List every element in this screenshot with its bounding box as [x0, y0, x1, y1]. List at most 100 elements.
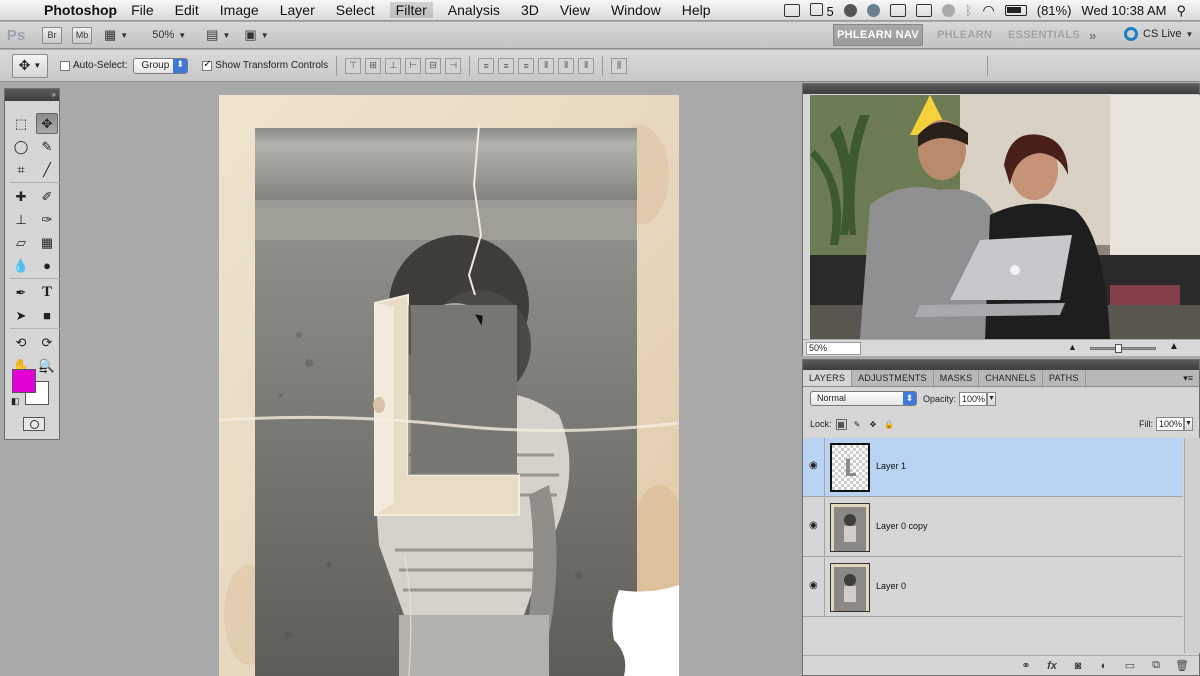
document-canvas[interactable]	[219, 95, 679, 676]
spotlight-icon[interactable]: ⚲	[1176, 3, 1186, 19]
bluetooth-icon[interactable]: ᛒ	[965, 3, 973, 18]
layer-row-layer-1[interactable]: ◉ Layer 1	[803, 438, 1183, 497]
layer-name[interactable]: Layer 0 copy	[876, 521, 928, 531]
layer-row-layer-0-copy[interactable]: ◉ Layer 0 copy	[803, 498, 1183, 557]
distribute-top-icon[interactable]: ≡	[478, 57, 495, 74]
lock-all-icon[interactable]: 🔒	[884, 419, 895, 430]
workspace-essentials[interactable]: ESSENTIALS	[1008, 22, 1080, 48]
tab-paths[interactable]: PATHS	[1043, 370, 1086, 386]
zoom-slider-knob[interactable]	[1115, 344, 1122, 353]
align-hcenter-icon[interactable]: ⊟	[425, 57, 442, 74]
layer-name[interactable]: Layer 0	[876, 581, 906, 591]
new-layer-icon[interactable]: ⧉	[1149, 659, 1163, 672]
app-menu-photoshop[interactable]: Photoshop	[44, 2, 117, 18]
history-brush-icon[interactable]: ✑	[36, 209, 58, 230]
menu-analysis[interactable]: Analysis	[448, 2, 500, 18]
fill-dropdown-icon[interactable]: ▼	[1184, 417, 1193, 431]
tools-panel-header[interactable]: »	[5, 89, 59, 101]
tab-layers[interactable]: LAYERS	[803, 370, 853, 386]
quick-mask-button[interactable]	[23, 417, 45, 431]
clock[interactable]: Wed 10:38 AM	[1081, 3, 1166, 18]
tab-masks[interactable]: MASKS	[934, 370, 980, 386]
mail-icon[interactable]	[889, 4, 906, 17]
lock-transparent-icon[interactable]: ▦	[835, 418, 847, 430]
eraser-icon[interactable]: ▱	[10, 232, 32, 253]
new-group-icon[interactable]: ▭	[1123, 659, 1137, 672]
lock-position-icon[interactable]: ✥	[868, 419, 879, 430]
menu-layer[interactable]: Layer	[280, 2, 315, 18]
auto-select-option[interactable]: Auto-Select:	[60, 60, 127, 71]
layers-panel-header[interactable]	[803, 360, 1199, 370]
align-right-icon[interactable]: ⊣	[445, 57, 462, 74]
distribute-hcenter-icon[interactable]: ⫴	[558, 57, 575, 74]
layer-name[interactable]: Layer 1	[876, 461, 906, 471]
time-machine-icon[interactable]	[941, 4, 955, 17]
gradient-icon[interactable]: ▦	[36, 232, 58, 253]
path-select-icon[interactable]: ➤	[10, 305, 32, 326]
distribute-right-icon[interactable]: ⫴	[578, 57, 595, 74]
type-icon[interactable]: T	[36, 282, 58, 303]
navigator-zoom-slider[interactable]	[1090, 347, 1156, 350]
pen-icon[interactable]: ✒	[10, 282, 32, 303]
navigator-panel-header[interactable]	[803, 84, 1199, 94]
opacity-dropdown-icon[interactable]: ▼	[987, 391, 997, 406]
align-bottom-icon[interactable]: ⊥	[385, 57, 402, 74]
visibility-toggle[interactable]: ◉	[803, 498, 825, 556]
marquee-icon[interactable]: ⬚	[10, 113, 32, 134]
tool-preset-picker[interactable]: ✥ ▼	[12, 53, 48, 78]
menu-file[interactable]: File	[131, 2, 154, 18]
default-colors-icon[interactable]: ◧	[11, 396, 20, 407]
menu-filter[interactable]: Filter	[389, 2, 433, 18]
workspace-more-icon[interactable]: »	[1089, 22, 1097, 48]
auto-select-target-select[interactable]: Group	[133, 57, 189, 74]
3d-orbit-icon[interactable]: ⟳	[36, 332, 58, 353]
blend-mode-select[interactable]: Normal	[810, 391, 917, 406]
camera-icon[interactable]	[783, 4, 800, 17]
add-mask-icon[interactable]: ◙	[1071, 659, 1085, 672]
tab-channels[interactable]: CHANNELS	[979, 370, 1043, 386]
zoom-out-icon[interactable]: ▲	[1068, 342, 1077, 352]
layer-row-layer-0[interactable]: ◉ Layer 0	[803, 558, 1183, 617]
launch-bridge-button[interactable]: Br	[42, 26, 62, 44]
tab-adjustments[interactable]: ADJUSTMENTS	[852, 370, 934, 386]
opacity-field[interactable]: 100%	[959, 391, 988, 406]
wifi-icon[interactable]: ◠	[983, 2, 995, 19]
align-top-icon[interactable]: ⊤	[345, 57, 362, 74]
adobe-status[interactable]: 5	[809, 2, 834, 19]
blur-icon[interactable]: 💧	[10, 255, 32, 276]
lasso-icon[interactable]: ◯	[10, 136, 32, 157]
trash-icon[interactable]: 🗑	[1175, 659, 1189, 672]
show-transform-checkbox[interactable]	[202, 59, 213, 71]
menu-3d[interactable]: 3D	[521, 2, 539, 18]
distribute-bottom-icon[interactable]: ≡	[518, 57, 535, 74]
distribute-left-icon[interactable]: ⫴	[538, 57, 555, 74]
dodge-icon[interactable]: ●	[36, 255, 58, 276]
menu-help[interactable]: Help	[682, 2, 711, 18]
panel-menu-icon[interactable]: ▾≡	[1183, 370, 1199, 386]
move-icon[interactable]: ✥	[36, 113, 58, 134]
link-layers-icon[interactable]: ⚭	[1019, 659, 1033, 672]
fx-icon[interactable]: fx	[1045, 659, 1059, 672]
foreground-color-swatch[interactable]	[12, 369, 36, 393]
workspace-phlearn[interactable]: PHLEARN	[937, 22, 992, 48]
swap-colors-icon[interactable]: ⇆	[39, 365, 47, 376]
sync-icon[interactable]	[843, 4, 857, 17]
lock-image-icon[interactable]: ✎	[852, 419, 863, 430]
quick-select-icon[interactable]: ✎	[36, 136, 58, 157]
eyedropper-icon[interactable]: ╱	[36, 159, 58, 180]
fill-field[interactable]: 100%	[1156, 417, 1184, 431]
view-extras-button[interactable]: ▦ ▼	[102, 27, 130, 44]
crop-icon[interactable]: ⌗	[10, 159, 32, 180]
show-transform-option[interactable]: Show Transform Controls	[202, 59, 328, 71]
align-vcenter-icon[interactable]: ⊞	[365, 57, 382, 74]
zoom-level[interactable]: 50%	[152, 29, 174, 41]
menu-edit[interactable]: Edit	[175, 2, 199, 18]
distribute-vcenter-icon[interactable]: ≡	[498, 57, 515, 74]
align-left-icon[interactable]: ⊢	[405, 57, 422, 74]
menu-select[interactable]: Select	[336, 2, 375, 18]
adjustment-layer-icon[interactable]: ◐	[1097, 659, 1111, 672]
arrange-documents-button[interactable]: ▤ ▼	[204, 27, 232, 44]
visibility-toggle[interactable]: ◉	[803, 558, 825, 616]
visibility-toggle[interactable]: ◉	[803, 438, 825, 496]
stamp-icon[interactable]: ⊥	[10, 209, 32, 230]
